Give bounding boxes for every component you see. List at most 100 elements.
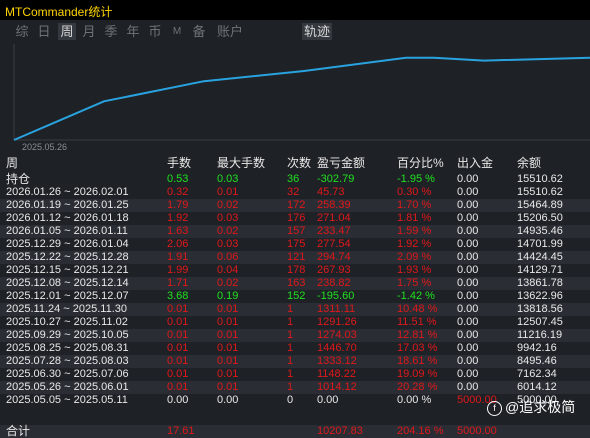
lots-cell: 1.79	[167, 199, 189, 211]
count-cell: 163	[287, 277, 306, 289]
max-lots-cell: 0.01	[217, 355, 239, 367]
lots-cell: 0.01	[167, 355, 189, 367]
percent-cell: 1.93 %	[397, 264, 432, 276]
inout-cell: 0.00	[457, 329, 479, 341]
balance-cell: 15206.50	[517, 212, 563, 224]
count-cell: 1	[287, 316, 294, 328]
pnl-cell: 1291.26	[317, 316, 357, 328]
percent-cell: 0.30 %	[397, 186, 432, 198]
week-range: 2026.01.12 ~ 2026.01.18	[6, 212, 129, 224]
percent-cell: 20.28 %	[397, 381, 438, 393]
table-row[interactable]: 2025.05.26 ~ 2025.06.01 0.01 0.01 1 1014.12 2…	[0, 381, 590, 394]
table-row[interactable]: 2026.01.05 ~ 2026.01.11 1.63 0.02 157 233.47…	[0, 225, 590, 238]
pnl-cell: 1333.12	[317, 355, 357, 367]
total-row: 合计 17.61 10207.83 204.16 % 5000.00	[0, 425, 590, 438]
table-row[interactable]: 2025.12.08 ~ 2025.12.14 1.71 0.02 163 238.82…	[0, 277, 590, 290]
tab-m[interactable]: M	[170, 23, 184, 40]
inout-cell: 0.00	[457, 355, 479, 367]
week-range: 2025.11.24 ~ 2025.11.30	[6, 303, 128, 315]
lots-cell: 0.32	[167, 186, 189, 198]
tab-year[interactable]: 年	[125, 23, 141, 40]
tab-currency[interactable]: 币	[147, 23, 163, 40]
tab-note[interactable]: 备	[191, 23, 207, 40]
inout-cell: 0.00	[457, 238, 479, 250]
pnl-cell: 1274.03	[317, 329, 357, 341]
position-percent: -1.95 %	[397, 173, 435, 185]
week-range: 2025.12.22 ~ 2025.12.28	[6, 251, 129, 263]
count-cell: 175	[287, 238, 306, 250]
pnl-cell: 1311.11	[317, 303, 356, 315]
pnl-cell: -195.60	[317, 290, 355, 302]
inout-cell: 0.00	[457, 225, 479, 237]
balance-cell: 8495.46	[517, 355, 557, 367]
position-balance: 15510.62	[517, 173, 563, 185]
lots-cell: 1.71	[167, 277, 189, 289]
max-lots-cell: 0.02	[217, 199, 239, 211]
pnl-cell: 294.74	[317, 251, 351, 263]
percent-cell: 10.48 %	[397, 303, 438, 315]
watermark: f @追求极简	[487, 397, 575, 417]
balance-cell: 14935.46	[517, 225, 563, 237]
tab-day[interactable]: 日	[36, 23, 52, 40]
balance-cell: 11216.19	[517, 329, 563, 341]
tab-month[interactable]: 月	[81, 23, 97, 40]
header-percent: 百分比%	[397, 156, 444, 170]
pnl-cell: 1014.12	[317, 381, 357, 393]
count-cell: 32	[287, 186, 300, 198]
table-row[interactable]: 2025.11.24 ~ 2025.11.30 0.01 0.01 1 1311.11 1…	[0, 303, 590, 316]
percent-cell: 12.81 %	[397, 329, 438, 341]
count-cell: 172	[287, 199, 306, 211]
total-percent: 204.16 %	[397, 425, 444, 437]
max-lots-cell: 0.01	[217, 316, 239, 328]
week-range: 2025.10.27 ~ 2025.11.02	[6, 316, 128, 328]
table-row[interactable]: 2025.06.30 ~ 2025.07.06 0.01 0.01 1 1148.22 1…	[0, 368, 590, 381]
max-lots-cell: 0.03	[217, 212, 239, 224]
watermark-text: @追求极简	[505, 399, 576, 415]
equity-chart-svg: 2025.05.26	[13, 44, 590, 152]
tab-quarter[interactable]: 季	[103, 23, 119, 40]
count-cell: 176	[287, 212, 306, 224]
inout-cell: 0.00	[457, 381, 479, 393]
percent-cell: 0.00 %	[397, 394, 432, 406]
percent-cell: 1.81 %	[397, 212, 432, 224]
max-lots-cell: 0.00	[217, 394, 239, 406]
week-range: 2026.01.26 ~ 2026.02.01	[6, 186, 129, 198]
table-row[interactable]: 2025.08.25 ~ 2025.08.31 0.01 0.01 1 1446.70 1…	[0, 342, 590, 355]
position-max-lots: 0.03	[217, 173, 239, 185]
week-range: 2025.08.25 ~ 2025.08.31	[6, 342, 129, 354]
tab-trajectory[interactable]: 轨迹	[302, 23, 332, 40]
max-lots-cell: 0.06	[217, 251, 239, 263]
table-row[interactable]: 2025.12.29 ~ 2026.01.04 2.06 0.03 175 277.54…	[0, 238, 590, 251]
table-row[interactable]: 2025.12.22 ~ 2025.12.28 1.91 0.06 121 294.74…	[0, 251, 590, 264]
max-lots-cell: 0.01	[217, 186, 239, 198]
table-row[interactable]: 2026.01.26 ~ 2026.02.01 0.32 0.01 32 45.73 0.…	[0, 186, 590, 199]
percent-cell: -1.42 %	[397, 290, 435, 302]
tab-week[interactable]: 周	[58, 23, 76, 40]
table-row[interactable]: 2025.07.28 ~ 2025.08.03 0.01 0.01 1 1333.12 1…	[0, 355, 590, 368]
table-row[interactable]: 2025.12.15 ~ 2025.12.21 1.99 0.04 178 267.93…	[0, 264, 590, 277]
lots-cell: 0.01	[167, 368, 189, 380]
pnl-cell: 258.39	[317, 199, 351, 211]
inout-cell: 0.00	[457, 186, 479, 198]
position-label: 持仓	[6, 172, 31, 186]
percent-cell: 17.03 %	[397, 342, 438, 354]
table-row[interactable]: 2025.09.29 ~ 2025.10.05 0.01 0.01 1 1274.03 1…	[0, 329, 590, 342]
tab-account[interactable]: 账户	[215, 23, 245, 40]
equity-line	[13, 56, 590, 141]
pnl-cell: 45.73	[317, 186, 345, 198]
table-row[interactable]: 2026.01.12 ~ 2026.01.18 1.92 0.03 176 271.04…	[0, 212, 590, 225]
pnl-cell: 271.04	[317, 212, 351, 224]
tab-summary[interactable]: 综	[14, 23, 30, 40]
total-lots: 17.61	[167, 425, 195, 437]
table-row[interactable]: 2025.10.27 ~ 2025.11.02 0.01 0.01 1 1291.26 1…	[0, 316, 590, 329]
table-row[interactable]: 2026.01.19 ~ 2026.01.25 1.79 0.02 172 258.39…	[0, 199, 590, 212]
count-cell: 1	[287, 342, 294, 354]
total-inout: 5000.00	[457, 425, 497, 437]
position-inout: 0.00	[457, 173, 479, 185]
lots-cell: 2.06	[167, 238, 189, 250]
lots-cell: 1.91	[167, 251, 189, 263]
window-title: MTCommander统计	[5, 5, 113, 19]
balance-cell: 13818.56	[517, 303, 563, 315]
table-row[interactable]: 2025.12.01 ~ 2025.12.07 3.68 0.19 152 -195.6…	[0, 290, 590, 303]
position-lots: 0.53	[167, 173, 189, 185]
